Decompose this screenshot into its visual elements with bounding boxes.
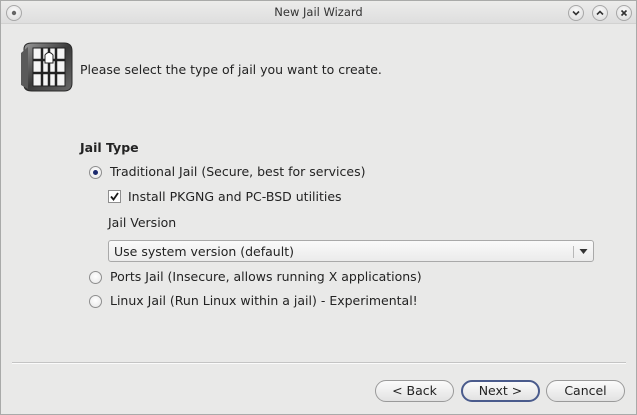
wizard-window: New Jail Wizard Please select the type o… (0, 0, 637, 415)
jail-version-select[interactable]: Use system version (default) (108, 240, 594, 262)
chevron-down-icon (579, 249, 588, 254)
minimize-icon[interactable] (568, 5, 584, 21)
title-bar[interactable]: New Jail Wizard (1, 1, 636, 24)
window-title: New Jail Wizard (274, 5, 363, 19)
linux-jail-radio[interactable] (89, 295, 102, 308)
select-separator (573, 246, 574, 258)
header-instruction: Please select the type of jail you want … (80, 62, 382, 77)
close-icon[interactable] (616, 5, 632, 21)
back-button[interactable]: < Back (375, 380, 454, 402)
next-button-label: Next > (478, 383, 523, 398)
next-button[interactable]: Next > (461, 380, 540, 402)
install-pkgng-label[interactable]: Install PKGNG and PC-BSD utilities (128, 189, 342, 204)
jail-icon (18, 39, 74, 95)
cancel-button[interactable]: Cancel (546, 380, 625, 402)
traditional-jail-radio[interactable] (89, 166, 102, 179)
button-divider (12, 362, 626, 364)
checkmark-icon (110, 192, 119, 201)
ports-jail-radio[interactable] (89, 271, 102, 284)
traditional-jail-label[interactable]: Traditional Jail (Secure, best for servi… (110, 164, 365, 179)
ports-jail-label[interactable]: Ports Jail (Insecure, allows running X a… (110, 269, 422, 284)
maximize-icon[interactable] (592, 5, 608, 21)
back-button-label: < Back (392, 383, 437, 398)
cancel-button-label: Cancel (564, 383, 607, 398)
jail-version-value: Use system version (default) (114, 244, 294, 259)
linux-jail-label[interactable]: Linux Jail (Run Linux within a jail) - E… (110, 293, 418, 308)
install-pkgng-checkbox[interactable] (108, 190, 121, 203)
jail-type-heading: Jail Type (80, 140, 139, 155)
jail-version-label: Jail Version (108, 215, 177, 230)
